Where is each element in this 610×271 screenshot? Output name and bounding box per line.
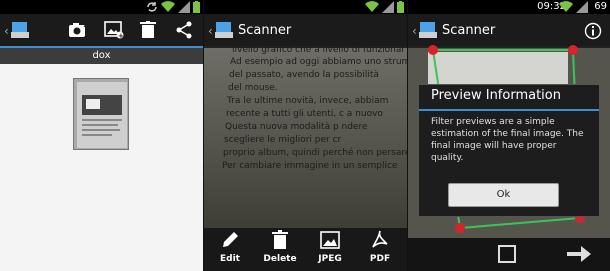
edit-button[interactable]: Edit (205, 230, 255, 270)
pdf-icon (372, 230, 388, 248)
app-title: Scanner (238, 23, 292, 38)
svg-text:+: + (118, 32, 124, 39)
photo-text-line: Ad esempio ad oggi abbiamo uno strume (230, 57, 407, 67)
scanner-app-icon[interactable] (11, 22, 29, 38)
action-bar: ‹ + + (0, 14, 203, 48)
crop-panel: 09:32 69 ‹ Scanner Preview Information F… (408, 0, 610, 271)
dialog-divider (419, 109, 599, 111)
pencil-icon (223, 232, 238, 247)
pdf-button[interactable]: PDF (355, 230, 405, 270)
crop-handle[interactable] (428, 45, 438, 55)
battery-level: 69 (594, 1, 607, 12)
status-bar: 09:32 69 (408, 0, 610, 14)
up-caret-icon[interactable]: ‹ (4, 24, 9, 38)
jpeg-label: JPEG (318, 254, 342, 264)
photo-text-line: proprio album, quindi perché non persare (223, 148, 407, 158)
image-add-icon[interactable]: + (104, 21, 124, 39)
app-title: Scanner (442, 23, 496, 38)
bottom-bar (408, 238, 610, 271)
image-icon (320, 231, 340, 249)
folder-header[interactable]: dox (0, 48, 203, 64)
info-icon[interactable] (584, 22, 602, 40)
sync-icon (147, 2, 157, 12)
edit-label: Edit (220, 254, 240, 264)
photo-text-line: livello grafico che a livello di funzion… (232, 45, 404, 55)
scanned-page-photo: livello grafico che a livello di funzion… (204, 45, 407, 228)
photo-text-line: Tra le ultime novità, invece, abbiam (227, 96, 389, 106)
wifi-icon (559, 1, 573, 12)
trash-icon[interactable] (140, 21, 156, 39)
trash-icon (272, 230, 288, 249)
status-icons (559, 1, 588, 13)
signal-icon (178, 1, 190, 13)
arrow-right-icon[interactable] (566, 245, 592, 263)
photo-text-line: Per cambiare immagine in un semplice (222, 161, 398, 171)
pdf-label: PDF (369, 254, 391, 264)
crop-handle[interactable] (568, 45, 578, 55)
status-icons (365, 1, 404, 13)
status-bar (204, 0, 407, 14)
up-caret-icon[interactable]: ‹ (412, 24, 417, 38)
delete-label: Delete (263, 254, 297, 264)
photo-text-line: del mouse. (228, 83, 278, 93)
document-thumbnail-image (77, 82, 127, 148)
wifi-icon (365, 1, 379, 12)
signal-icon (382, 1, 394, 13)
square-icon[interactable] (497, 244, 517, 264)
document-thumbnail[interactable] (73, 78, 129, 150)
delete-button[interactable]: Delete (255, 230, 305, 270)
action-bar: ‹ Scanner (204, 14, 407, 48)
ok-button[interactable]: Ok (448, 183, 559, 207)
share-icon[interactable] (175, 21, 193, 39)
crop-handle[interactable] (455, 223, 465, 233)
camera-add-icon[interactable]: + (68, 21, 88, 39)
preview-info-dialog: Preview Information Filter previews are … (418, 84, 600, 217)
battery-icon (397, 1, 404, 13)
photo-text-line: Questa nuova modalità p ndere (225, 122, 368, 132)
dialog-title: Preview Information (431, 88, 561, 103)
wifi-icon (161, 1, 175, 12)
documents-panel: ‹ + + dox (0, 0, 203, 271)
photo-text-line: recente a tutti gli utenti, c a nuovo (226, 109, 383, 119)
scanner-app-icon[interactable] (215, 22, 233, 38)
photo-text-line: del passato, avendo la possibilità (229, 70, 379, 80)
battery-icon (193, 1, 200, 13)
status-icons (146, 1, 200, 13)
scanner-app-icon[interactable] (419, 22, 437, 38)
signal-icon (576, 1, 588, 13)
up-caret-icon[interactable]: ‹ (208, 24, 213, 38)
photo-text-line: scegliere le migliori per cr (224, 135, 342, 145)
status-bar (0, 0, 203, 14)
bottom-toolbar: Edit Delete JPEG PDF (204, 228, 407, 271)
svg-text:+: + (83, 22, 88, 31)
jpeg-button[interactable]: JPEG (305, 230, 355, 270)
scan-preview-panel: ‹ Scanner livello grafico che a livello … (204, 0, 407, 271)
dialog-message: Filter previews are a simple estimation … (431, 117, 584, 163)
folder-name: dox (92, 50, 111, 61)
action-bar: ‹ Scanner (408, 14, 610, 48)
